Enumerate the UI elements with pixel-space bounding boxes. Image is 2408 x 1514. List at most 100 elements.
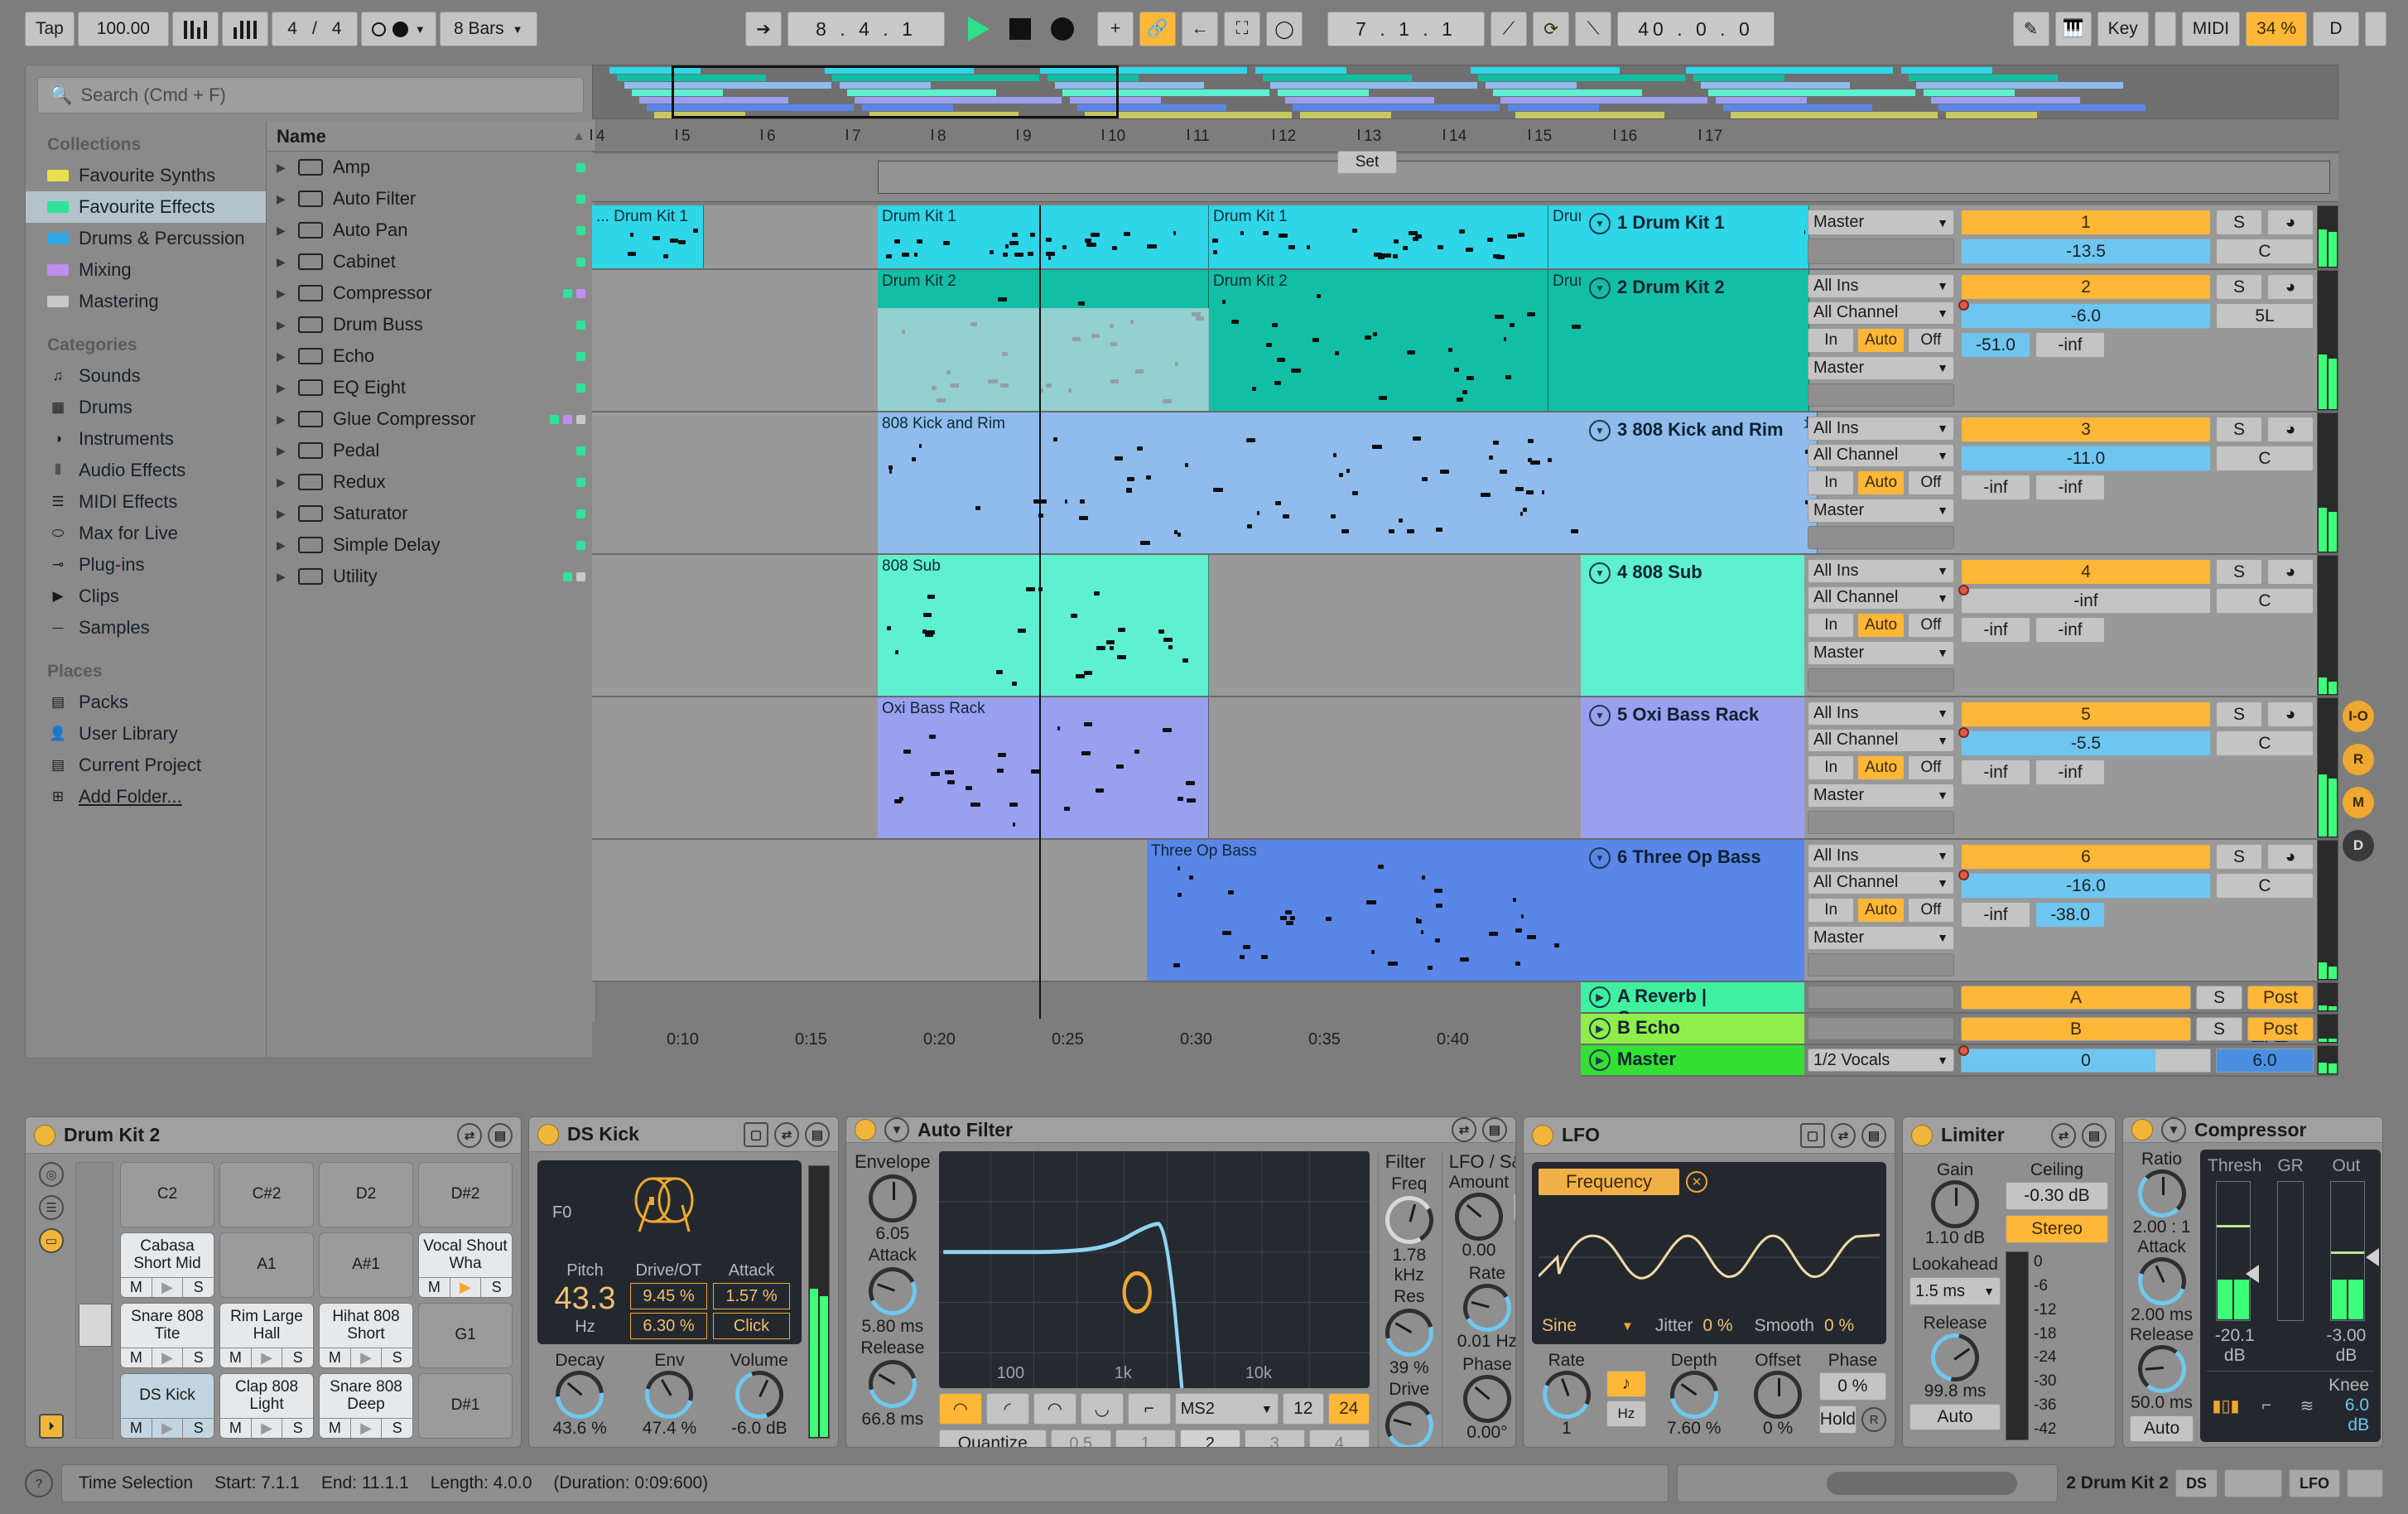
pan-field[interactable]: C <box>2216 446 2314 471</box>
volume-field[interactable]: -11.0 <box>1961 446 2211 471</box>
category-item-6[interactable]: ⊸ Plug-ins <box>26 549 266 581</box>
draw-mode-icon[interactable]: ✎ <box>2013 12 2049 46</box>
highpass-icon[interactable]: ◜ <box>986 1393 1029 1425</box>
play-icon[interactable] <box>968 17 990 41</box>
midi-from-select[interactable]: All Channel ▼ <box>1808 301 1954 325</box>
drum-pad-11[interactable]: G1 <box>418 1303 513 1368</box>
browser-device-row[interactable]: ▶ Amp <box>267 152 595 183</box>
loop-length-field[interactable]: 40 . 0 . 0 <box>1617 12 1775 46</box>
release-knob[interactable] <box>2136 1343 2188 1396</box>
track-header[interactable]: ▼ 1 Drum Kit 1 <box>1581 205 1804 268</box>
drive-value[interactable]: 9.45 % <box>630 1283 707 1309</box>
res-knob[interactable] <box>1376 1299 1442 1365</box>
track-header[interactable]: ▼ 3 808 Kick and Rim <box>1581 412 1804 553</box>
browser-device-row[interactable]: ▶ Utility <box>267 561 595 592</box>
collection-item-2[interactable]: Drums & Percussion <box>26 223 266 254</box>
clip[interactable]: 808 Sub <box>878 555 1209 696</box>
circuit-select[interactable]: MS2 ▼ <box>1175 1393 1279 1425</box>
lookahead-select[interactable]: 1.5 ms ▼ <box>1910 1277 2001 1305</box>
punch-out-icon[interactable]: ⟍ <box>1575 12 1611 46</box>
pad-preview-icon[interactable]: ▶ <box>152 1419 184 1438</box>
expand-arrow-icon[interactable]: ▶ <box>277 412 288 427</box>
monitor-in-button[interactable]: In <box>1808 613 1854 638</box>
pad-solo-button[interactable]: S <box>282 1419 313 1438</box>
computer-midi-keyboard-icon[interactable]: 🎹 <box>2055 12 2092 46</box>
volume-field[interactable]: -16.0 <box>1961 873 2211 899</box>
arm-record-button[interactable]: 6 <box>1961 844 2211 870</box>
drum-pad-0[interactable]: C2 <box>120 1162 214 1227</box>
volume-field[interactable]: -6.0 <box>1961 303 2211 329</box>
activator-button[interactable]: ◕ <box>2267 702 2314 727</box>
drum-pad-5[interactable]: A1 <box>219 1232 314 1298</box>
drum-pad-15[interactable]: D#1 <box>418 1373 513 1439</box>
browser-device-row[interactable]: ▶ Redux <box>267 466 595 498</box>
quantize-1[interactable]: 1 <box>1115 1430 1176 1448</box>
drum-pad-7[interactable]: Vocal Shout Wha M ▶ S <box>418 1232 513 1298</box>
pad-mute-button[interactable]: M <box>121 1348 152 1367</box>
pad-preview-icon[interactable]: ▶ <box>351 1419 383 1438</box>
collection-item-3[interactable]: Mixing <box>26 254 266 286</box>
view-toggle-r[interactable]: R <box>2343 744 2374 775</box>
monitor-off-button[interactable]: Off <box>1908 755 1954 780</box>
category-item-1[interactable]: ▦ Drums <box>26 392 266 423</box>
freq-knob[interactable] <box>1380 1190 1438 1249</box>
send-a-field[interactable]: -inf <box>1961 475 2030 500</box>
list-icon[interactable]: ☰ <box>39 1195 64 1220</box>
drum-pad-13[interactable]: Clap 808 Light M ▶ S <box>219 1373 314 1439</box>
fold-icon[interactable]: ⏵ <box>39 1414 64 1439</box>
expand-arrow-icon[interactable]: ▶ <box>277 381 288 395</box>
pan-field[interactable]: C <box>2216 730 2314 756</box>
track-header[interactable]: ▼ 5 Oxi Bass Rack <box>1581 697 1804 838</box>
monitor-auto-button[interactable]: Auto <box>1857 328 1904 353</box>
collapse-icon[interactable]: ▢ <box>1800 1123 1825 1148</box>
browser-device-row[interactable]: ▶ Saturator <box>267 498 595 529</box>
monitor-in-button[interactable]: In <box>1808 328 1854 353</box>
arrangement-record-icon[interactable]: + <box>1097 12 1134 46</box>
drum-pad-1[interactable]: C#2 <box>219 1162 314 1227</box>
hot-swap-icon[interactable]: ⇄ <box>1452 1117 1476 1142</box>
pad-preview-icon[interactable]: ▶ <box>450 1278 482 1297</box>
pad-solo-button[interactable]: S <box>481 1278 512 1297</box>
attack-knob[interactable] <box>2130 1249 2194 1313</box>
volume-field[interactable]: -13.5 <box>1961 239 2211 264</box>
key-map-button[interactable]: Key <box>2097 12 2149 46</box>
expand-arrow-icon[interactable]: ▶ <box>277 192 288 206</box>
pan-field[interactable]: C <box>2216 873 2314 899</box>
monitor-auto-button[interactable]: Auto <box>1857 898 1904 923</box>
solo-button[interactable]: S <box>2216 559 2262 585</box>
send-b-field[interactable]: -inf <box>2035 475 2105 500</box>
browser-device-row[interactable]: ▶ Simple Delay <box>267 529 595 561</box>
place-item-3[interactable]: ⊞ Add Folder... <box>26 781 266 812</box>
expand-arrow-icon[interactable]: ▶ <box>277 318 288 332</box>
return-output-select[interactable] <box>1808 986 1954 1009</box>
audio-to-select[interactable]: Master ▼ <box>1808 926 1954 950</box>
quantize-2[interactable]: 2 <box>1180 1430 1240 1448</box>
track-header[interactable]: ▼ 2 Drum Kit 2 <box>1581 270 1804 411</box>
drum-pad-8[interactable]: Snare 808 Tite M ▶ S <box>120 1303 214 1368</box>
sort-ascending-icon[interactable]: ▲ <box>572 129 585 144</box>
attack-value[interactable]: 1.57 % <box>713 1283 790 1309</box>
gain-knob[interactable] <box>1931 1180 1979 1228</box>
back-to-arrangement-icon[interactable]: ← <box>1182 12 1218 46</box>
loop-start-field[interactable]: 7 . 1 . 1 <box>1327 12 1485 46</box>
monitor-in-button[interactable]: In <box>1808 898 1854 923</box>
power-icon[interactable] <box>855 1119 876 1140</box>
slope-12-button[interactable]: 12 <box>1283 1393 1324 1425</box>
thresh-handle[interactable] <box>2246 1265 2259 1283</box>
audio-to-select[interactable]: Master ▼ <box>1808 641 1954 665</box>
audio-to-select[interactable]: Master ▼ <box>1808 356 1954 380</box>
thresh-meter[interactable] <box>2207 1181 2259 1321</box>
pitch-value[interactable]: 43.3 <box>546 1281 624 1317</box>
unfold-track-icon[interactable]: ▶ <box>1589 1049 1611 1071</box>
notch-icon[interactable]: ◡ <box>1081 1393 1124 1425</box>
rate-sync-icon[interactable]: ♪ <box>1606 1371 1647 1397</box>
solo-button[interactable]: S <box>2216 210 2262 235</box>
clip[interactable]: ... Drum Kit 1 <box>592 205 704 268</box>
arm-record-button[interactable]: 5 <box>1961 702 2211 727</box>
unfold-track-icon[interactable]: ▼ <box>1589 562 1611 584</box>
smooth-value[interactable]: 0 % <box>1824 1316 1854 1336</box>
quantize-3[interactable]: 3 <box>1245 1430 1305 1448</box>
send-b-field[interactable]: -inf <box>2035 759 2105 785</box>
chevron-down-icon[interactable]: ▼ <box>2161 1117 2186 1142</box>
jitter-value[interactable]: 0 % <box>1702 1316 1732 1336</box>
